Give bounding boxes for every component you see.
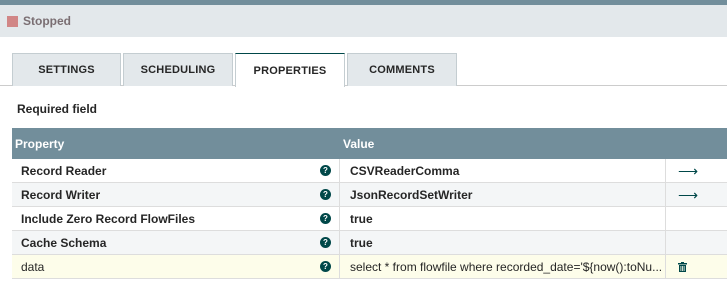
table-row[interactable]: Include Zero Record FlowFiles ? true (12, 207, 727, 231)
property-value[interactable]: JsonRecordSetWriter (340, 183, 666, 206)
required-field-label: Required field (17, 102, 98, 116)
tab-bar: SETTINGS SCHEDULING PROPERTIES COMMENTS (0, 53, 727, 87)
table-row[interactable]: Record Writer ? JsonRecordSetWriter ⟶ (12, 183, 727, 207)
table-row[interactable]: Record Reader ? CSVReaderComma ⟶ (12, 159, 727, 183)
help-icon[interactable]: ? (320, 213, 331, 224)
arrow-right-icon[interactable]: ⟶ (678, 188, 698, 202)
property-name: Record Reader (21, 163, 107, 178)
property-name: data (21, 259, 45, 274)
property-value[interactable]: select * from flowfile where recorded_da… (340, 255, 666, 278)
tab-properties[interactable]: PROPERTIES (235, 53, 345, 87)
help-icon[interactable]: ? (320, 237, 331, 248)
property-value[interactable]: true (340, 207, 666, 230)
arrow-right-icon[interactable]: ⟶ (678, 164, 698, 178)
table-header: Property Value (12, 128, 727, 159)
properties-table: Property Value Record Reader ? CSVReader… (12, 128, 727, 279)
tab-comments[interactable]: COMMENTS (347, 53, 457, 86)
stopped-icon (7, 15, 18, 27)
table-row[interactable]: Cache Schema ? true (12, 231, 727, 255)
property-value[interactable]: true (340, 231, 666, 254)
property-value[interactable]: CSVReaderComma (340, 159, 666, 182)
table-row[interactable]: data ? select * from flowfile where reco… (12, 255, 727, 279)
help-icon[interactable]: ? (320, 189, 331, 200)
property-name: Cache Schema (21, 235, 107, 250)
header-value[interactable]: Value (340, 137, 374, 151)
property-name: Record Writer (21, 187, 101, 202)
help-icon[interactable]: ? (320, 165, 331, 176)
help-icon[interactable]: ? (320, 261, 331, 272)
tab-scheduling[interactable]: SCHEDULING (123, 53, 233, 86)
tab-settings[interactable]: SETTINGS (12, 53, 121, 86)
header-property[interactable]: Property (12, 137, 340, 151)
status-label: Stopped (23, 14, 71, 28)
trash-icon[interactable] (678, 261, 687, 272)
property-name: Include Zero Record FlowFiles (21, 211, 196, 226)
status-bar: Stopped (0, 5, 727, 37)
